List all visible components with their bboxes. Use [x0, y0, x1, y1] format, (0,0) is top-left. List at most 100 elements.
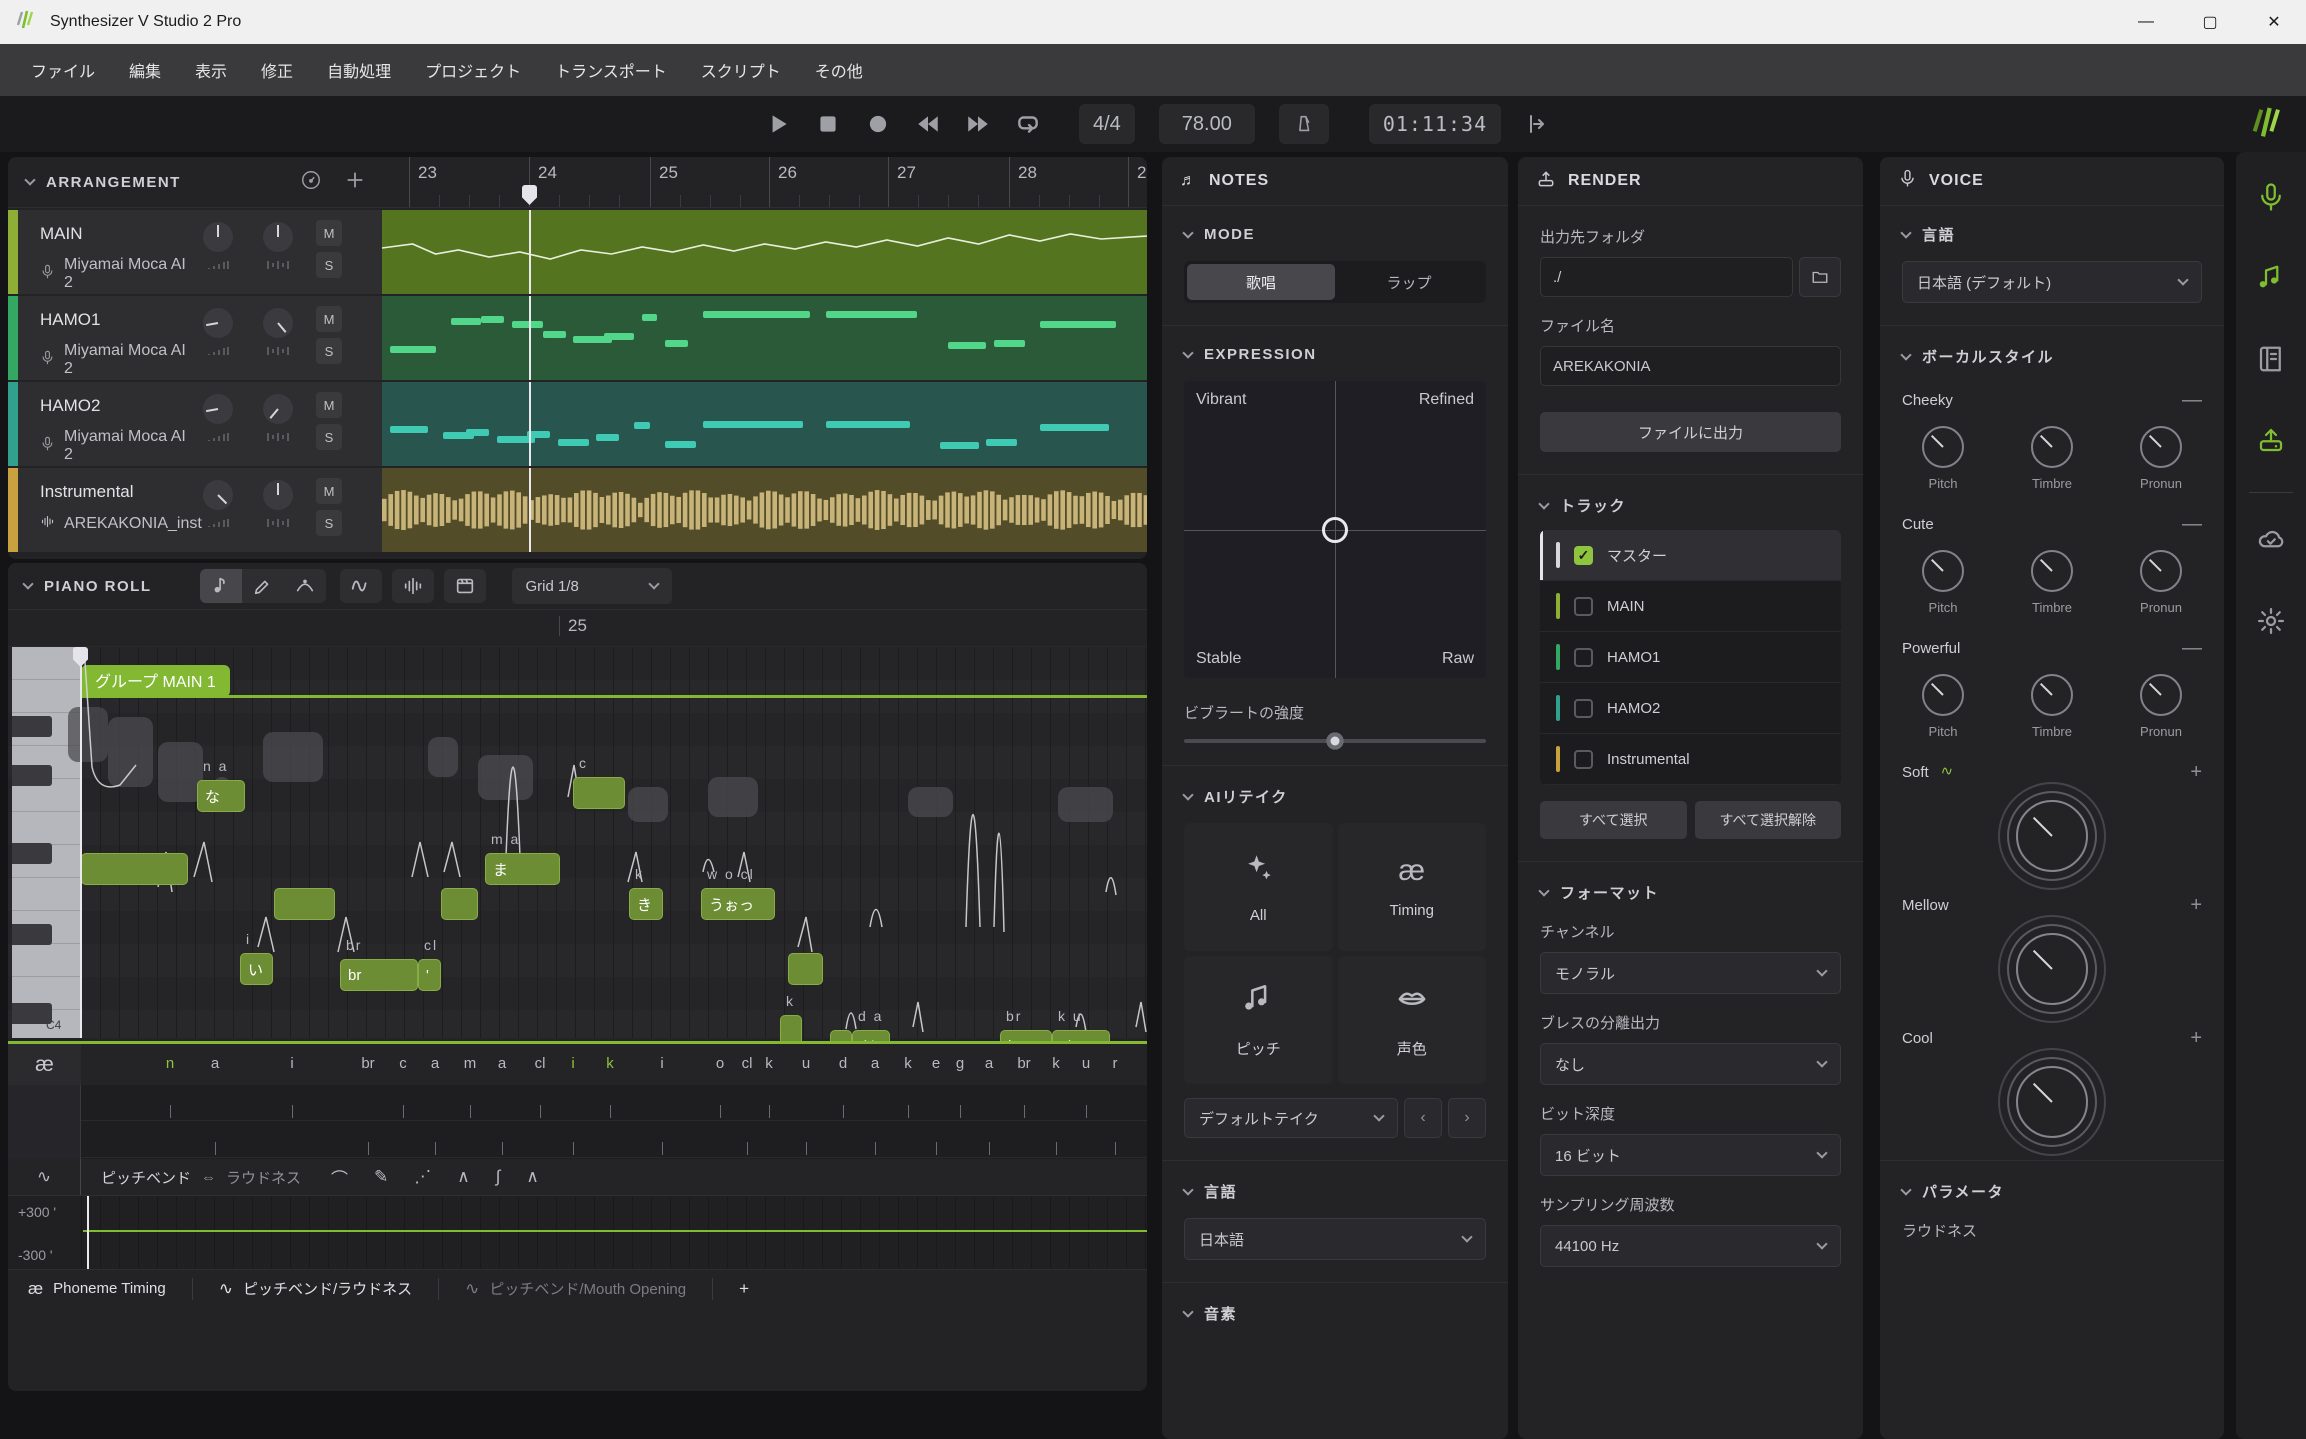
- parameter-graph[interactable]: +300 ' -300 ': [8, 1196, 1147, 1269]
- phoneme-item[interactable]: cl: [742, 1055, 753, 1072]
- minimize-button[interactable]: —: [2114, 0, 2178, 44]
- pronun-knob[interactable]: [2140, 674, 2182, 716]
- piano-roll-grid[interactable]: C4グループ MAIN 1n aなiいbrbrcl'm aまckきw o clう…: [8, 647, 1147, 1038]
- parameter-lane-icon[interactable]: ∿: [8, 1159, 81, 1195]
- ai-retake-ae[interactable]: æTiming: [1338, 823, 1487, 951]
- arc-tool[interactable]: ⌒: [331, 1165, 348, 1190]
- phoneme-item[interactable]: k: [606, 1055, 614, 1072]
- track-row-hamo1[interactable]: HAMO1Miyamai Moca AI 2MS: [8, 296, 1147, 380]
- stop-button[interactable]: [815, 111, 841, 137]
- output-folder-input[interactable]: ./: [1540, 257, 1793, 297]
- pan-knob[interactable]: [263, 308, 293, 338]
- grid-size-select[interactable]: Grid 1/8: [512, 568, 672, 604]
- tempo-gauge-icon[interactable]: [300, 169, 322, 196]
- phoneme-item[interactable]: i: [571, 1055, 574, 1072]
- piano-note-5[interactable]: br: [340, 959, 418, 991]
- render-track-HAMO2[interactable]: HAMO2: [1540, 683, 1841, 734]
- collapse-style-icon[interactable]: —: [2182, 389, 2202, 412]
- phoneme-item[interactable]: a: [211, 1055, 219, 1072]
- volume-knob[interactable]: [203, 222, 233, 252]
- phoneme-item[interactable]: k: [1052, 1055, 1060, 1072]
- phoneme-item[interactable]: i: [660, 1055, 663, 1072]
- cloud-icon[interactable]: [2256, 525, 2286, 560]
- tempo-box[interactable]: 78.00: [1159, 104, 1255, 144]
- phoneme-item[interactable]: a: [498, 1055, 506, 1072]
- record-button[interactable]: [865, 111, 891, 137]
- settings-icon[interactable]: [2256, 606, 2286, 641]
- render-track-マスター[interactable]: ✓マスター: [1540, 530, 1841, 581]
- curve-tool[interactable]: ∫: [496, 1167, 501, 1187]
- piano-note-8[interactable]: ま: [485, 853, 560, 885]
- track-checkbox[interactable]: [1574, 750, 1593, 769]
- phoneme-item[interactable]: cl: [535, 1055, 546, 1072]
- mute-button[interactable]: M: [316, 392, 342, 418]
- pencil-tool[interactable]: ✎: [374, 1167, 388, 1187]
- phoneme-item[interactable]: n: [166, 1055, 174, 1072]
- track-row-main[interactable]: MAINMiyamai Moca AI 2MS: [8, 210, 1147, 294]
- close-button[interactable]: ✕: [2242, 0, 2306, 44]
- peak-tool[interactable]: ∧: [457, 1167, 469, 1187]
- piano-note-9[interactable]: [573, 777, 625, 809]
- soft-knob[interactable]: [2016, 800, 2088, 872]
- filename-input[interactable]: AREKAKONIA: [1540, 346, 1841, 386]
- play-button[interactable]: [765, 111, 791, 137]
- track-checkbox[interactable]: [1574, 597, 1593, 616]
- track-checkbox[interactable]: [1574, 699, 1593, 718]
- clip-region-hamo2[interactable]: [382, 382, 1147, 466]
- piano-roll-ruler[interactable]: 25: [8, 610, 1147, 647]
- forward-button[interactable]: [965, 111, 991, 137]
- microphone-icon[interactable]: [2256, 182, 2286, 217]
- pan-knob[interactable]: [263, 394, 293, 424]
- expression-xy-pad[interactable]: Vibrant Refined Stable Raw: [1184, 381, 1486, 678]
- volume-knob[interactable]: [203, 480, 233, 510]
- metronome-button[interactable]: [1279, 104, 1329, 144]
- phoneme-item[interactable]: a: [871, 1055, 879, 1072]
- panel-tab-4[interactable]: +: [739, 1279, 775, 1299]
- menu-item-7[interactable]: トランスポート: [538, 48, 684, 92]
- phoneme-item[interactable]: k: [765, 1055, 773, 1072]
- take-select[interactable]: デフォルトテイク: [1184, 1098, 1398, 1138]
- phoneme-item[interactable]: e: [932, 1055, 940, 1072]
- dictionary-icon[interactable]: [2256, 344, 2286, 379]
- ai-retake-music[interactable]: ピッチ: [1184, 956, 1333, 1084]
- render-track-MAIN[interactable]: MAIN: [1540, 581, 1841, 632]
- param-name[interactable]: ピッチベンド: [101, 1167, 191, 1188]
- menu-item-2[interactable]: 編集: [112, 48, 178, 92]
- track-row-hamo2[interactable]: HAMO2Miyamai Moca AI 2MS: [8, 382, 1147, 466]
- add-track-icon[interactable]: [344, 169, 366, 196]
- rewind-button[interactable]: [915, 111, 941, 137]
- phoneme-item[interactable]: k: [904, 1055, 912, 1072]
- timbre-knob[interactable]: [2031, 426, 2073, 468]
- panel-tab-1[interactable]: æPhoneme Timing: [28, 1279, 192, 1299]
- next-take-button[interactable]: ›: [1448, 1098, 1486, 1138]
- phoneme-item[interactable]: u: [1082, 1055, 1090, 1072]
- collapse-chevron-icon[interactable]: [22, 578, 33, 589]
- prev-take-button[interactable]: ‹: [1404, 1098, 1442, 1138]
- menu-item-1[interactable]: ファイル: [14, 48, 112, 92]
- pitch-knob[interactable]: [1922, 674, 1964, 716]
- piano-note-2[interactable]: な: [197, 780, 245, 812]
- arc-tool[interactable]: [284, 569, 326, 603]
- format-select-4[interactable]: 44100 Hz: [1540, 1225, 1841, 1267]
- solo-button[interactable]: S: [316, 424, 342, 450]
- phoneme-item[interactable]: a: [431, 1055, 439, 1072]
- format-select-1[interactable]: モノラル: [1540, 952, 1841, 994]
- pencil-tool[interactable]: [242, 569, 284, 603]
- render-track-HAMO1[interactable]: HAMO1: [1540, 632, 1841, 683]
- solo-button[interactable]: S: [316, 252, 342, 278]
- export-button[interactable]: ファイルに出力: [1540, 412, 1841, 452]
- track-checkbox[interactable]: [1574, 648, 1593, 667]
- phoneme-item[interactable]: i: [290, 1055, 293, 1072]
- phoneme-item[interactable]: g: [956, 1055, 964, 1072]
- piano-note-6[interactable]: ': [418, 959, 441, 991]
- collapse-style-icon[interactable]: —: [2182, 513, 2202, 536]
- cool-knob[interactable]: [2016, 1066, 2088, 1138]
- menu-item-5[interactable]: 自動処理: [310, 48, 408, 92]
- volume-knob[interactable]: [203, 394, 233, 424]
- note-language-select[interactable]: 日本語: [1184, 1218, 1486, 1260]
- collapse-chevron-icon[interactable]: [24, 174, 35, 185]
- expand-style-icon[interactable]: +: [2190, 761, 2202, 784]
- export-icon[interactable]: [2256, 425, 2286, 460]
- clip-view-tool[interactable]: [444, 569, 486, 603]
- time-display[interactable]: 01:11:34: [1369, 104, 1501, 144]
